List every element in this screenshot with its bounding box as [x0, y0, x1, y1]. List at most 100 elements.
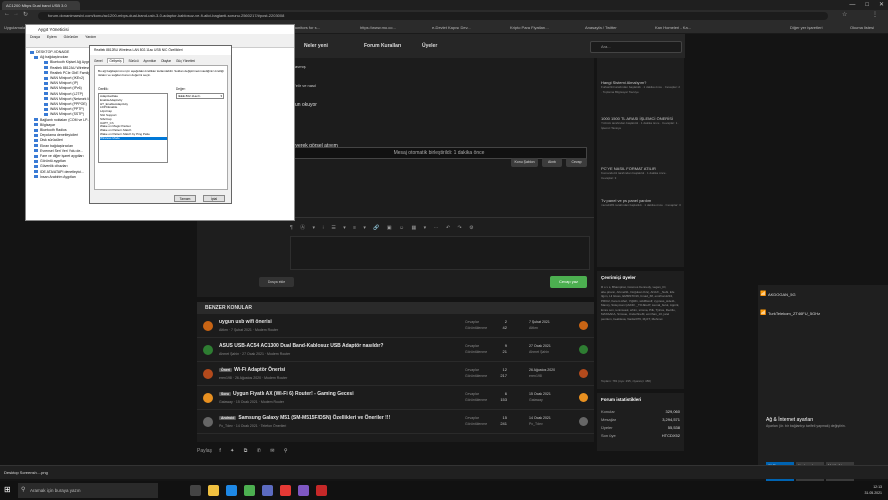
last-post[interactable]: 7 Şubat 2021 Altkrn: [529, 319, 550, 331]
edge-icon[interactable]: [226, 485, 237, 496]
menu-item[interactable]: Görünüm: [64, 35, 79, 39]
avatar[interactable]: [203, 345, 213, 355]
nav-whats-new[interactable]: Neler yeni: [304, 34, 328, 58]
right-sidebar: Hangi Sistemi Almalıyım? Furkan94 tarafın…: [597, 58, 684, 488]
star-icon[interactable]: ☆: [842, 11, 847, 18]
share-label: Paylaş: [197, 448, 213, 454]
system-clock[interactable]: 12:13 31.05.2021: [864, 484, 882, 496]
device-tree-node[interactable]: İnsan Arabirim Aygıtları: [34, 175, 76, 180]
bookmark-item[interactable]: Okuma listesi: [850, 22, 874, 34]
menu-item[interactable]: Eylem: [47, 35, 57, 39]
tab-events[interactable]: Olaylar: [161, 59, 171, 63]
file-explorer-icon[interactable]: [208, 485, 219, 496]
last-post[interactable]: 26 Ağustos 2020 eren198: [529, 367, 555, 379]
upload-button[interactable]: Dosya ekle: [259, 277, 294, 287]
thread-title[interactable]: Öneri Wi-Fi Adaptör Önerisi: [219, 367, 285, 373]
wifi-network[interactable]: TurkTelekom_ZT46FU_5GHz: [768, 311, 820, 316]
menu-item[interactable]: Dosya: [30, 35, 40, 39]
bookmark-item[interactable]: Kan Homeleri - Ka...: [655, 22, 691, 34]
close-icon[interactable]: ✕: [879, 0, 884, 10]
device-icon: [44, 92, 48, 96]
thread-title[interactable]: Soru Uygun Fiyatlı AX (Wi-Fi 6) Router! -…: [219, 391, 354, 397]
tab-general[interactable]: Genel: [94, 59, 103, 63]
editor-body[interactable]: [290, 236, 590, 270]
similar-thread-row[interactable]: ASUS USB-AC54 AC1300 Dual Band-Kablosuz …: [197, 340, 594, 362]
tab-details[interactable]: Ayrıntılar: [143, 59, 156, 63]
post-snippet: avmış: [295, 64, 306, 69]
device-icon: [34, 175, 38, 179]
last-poster-avatar[interactable]: [579, 369, 588, 378]
nav-forum-rules[interactable]: Forum Kuralları: [364, 34, 401, 58]
menu-item[interactable]: Yardım: [85, 35, 96, 39]
reload-icon[interactable]: ↻: [23, 11, 28, 18]
stat-key: Konular: [601, 409, 615, 414]
last-poster-avatar[interactable]: [579, 321, 588, 330]
last-post[interactable]: 15 Ocak 2021 Gataway: [529, 391, 551, 403]
latest-thread[interactable]: Tv panel ve ps panel yardım muratt181 tar…: [601, 198, 681, 208]
quote-button[interactable]: Alıntı: [542, 158, 562, 167]
last-poster-avatar[interactable]: [579, 417, 588, 426]
search-input[interactable]: Ara...: [590, 41, 682, 53]
similar-thread-row[interactable]: uygun usb wifi önerisi Altkrn · 7 Şubat 2…: [197, 316, 594, 338]
editor-toolbar[interactable]: ¶ Ⓐ ▾ ⁝ ☰ ▾ ≡ ▾ 🔗 ▣ ☺ ▦ ▾ ⋯ ↶ ↷ ⚙: [290, 224, 590, 234]
browser-tab[interactable]: AC1200 Mbps Dual band USB 3.0: [2, 1, 80, 10]
property-item[interactable]: Wireless Mode: [100, 136, 167, 141]
last-poster-avatar[interactable]: [579, 393, 588, 402]
download-item[interactable]: Desktop Screensh....png: [4, 468, 48, 478]
latest-thread[interactable]: Hangi Sistemi Almalıyım? Furkan94 tarafın…: [601, 80, 681, 95]
wifi-network[interactable]: AKDOGAN_5G: [768, 292, 796, 297]
property-list[interactable]: AdaptiveRate EnableAdaptivity HT_EnableAda…: [98, 93, 168, 163]
cancel-button[interactable]: İptal: [203, 195, 225, 202]
wifi-icon: 📶: [760, 310, 767, 316]
similar-thread-row[interactable]: Android Samsung Galaxy M51 (SM-M515F/DSN)…: [197, 412, 594, 434]
chrome-icon[interactable]: [244, 485, 255, 496]
forward-icon[interactable]: →: [13, 11, 19, 17]
minimize-icon[interactable]: —: [849, 0, 855, 10]
device-manager-title: Aygıt Yöneticisi: [26, 25, 294, 34]
similar-thread-row[interactable]: Öneri Wi-Fi Adaptör Önerisi eren198 · 26 A…: [197, 364, 594, 386]
bookmark-item[interactable]: Uygulamalar: [4, 22, 26, 34]
avatar[interactable]: [203, 321, 213, 331]
bookmark-item[interactable]: e-Devlet Kapısı Dev...: [432, 22, 471, 34]
avatar[interactable]: [203, 369, 213, 379]
network-settings-link[interactable]: Ağ & İnternet ayarları: [766, 417, 813, 423]
menu-icon[interactable]: ⋮: [872, 11, 878, 18]
bookmark-item[interactable]: Diğer yer işaretleri: [790, 22, 822, 34]
back-icon[interactable]: ←: [4, 11, 10, 17]
bookmark-item[interactable]: Anasayfa / Twitter: [585, 22, 617, 34]
similar-thread-row[interactable]: Soru Uygun Fiyatlı AX (Wi-Fi 6) Router! -…: [197, 388, 594, 410]
value-select[interactable]: IEEE 802.11ac/n ▾: [176, 93, 224, 99]
tab-driver[interactable]: Sürücü: [129, 59, 139, 63]
report-button[interactable]: Konu Şablon: [511, 158, 538, 167]
tab-advanced[interactable]: Gelişmiş: [107, 58, 124, 63]
online-total: Toplam: 781 (üye: 295, ziyaretçi: 486): [601, 379, 652, 383]
start-icon[interactable]: ⊞: [4, 485, 11, 494]
post-reply-button[interactable]: Cevap yaz: [550, 276, 587, 288]
url-input[interactable]: forum.donanimarsivi.com/konu/ac1200-mbps…: [38, 12, 828, 20]
thread-title[interactable]: ASUS USB-AC54 AC1300 Dual Band-Kablosuz …: [219, 343, 383, 349]
nav-members[interactable]: Üyeler: [422, 34, 437, 58]
bookmark-item[interactable]: Kripto Para Fiyatları...: [510, 22, 549, 34]
task-view-icon[interactable]: [190, 485, 201, 496]
ok-button[interactable]: Tamam: [174, 195, 196, 202]
thread-title[interactable]: Android Samsung Galaxy M51 (SM-M515F/DSN)…: [219, 415, 390, 421]
bookmark-item[interactable]: https://www.mo.co...: [360, 22, 396, 34]
reply-button[interactable]: Cevap: [566, 158, 587, 167]
share-icons[interactable]: f ✦ ⧉ ✆ ✉ ⚲: [219, 448, 291, 454]
thread-title[interactable]: uygun usb wifi önerisi: [219, 319, 272, 325]
last-post[interactable]: 14 Ocak 2021 Pc_Tdev: [529, 415, 551, 427]
tab-power[interactable]: Güç Yönetimi: [176, 59, 195, 63]
maximize-icon[interactable]: □: [865, 0, 869, 10]
avatar[interactable]: [203, 393, 213, 403]
device-icon: [44, 102, 48, 106]
avatar[interactable]: [203, 417, 213, 427]
app-icon[interactable]: [280, 485, 291, 496]
taskbar-search[interactable]: Aramak için buraya yazın: [18, 483, 158, 498]
app-icon[interactable]: [316, 485, 327, 496]
app-icon[interactable]: [262, 485, 273, 496]
latest-thread[interactable]: PC'YE NASIL FORMAT ATILIR Komando41 taraf…: [601, 166, 681, 181]
last-post[interactable]: 27 Ocak 2021 Ahmet Şahin: [529, 343, 551, 355]
app-icon[interactable]: [298, 485, 309, 496]
latest-thread[interactable]: 1000 1500 TL ARASI İŞLEMCİ ÖNERİSİ Yüzücü…: [601, 116, 681, 131]
last-poster-avatar[interactable]: [579, 345, 588, 354]
